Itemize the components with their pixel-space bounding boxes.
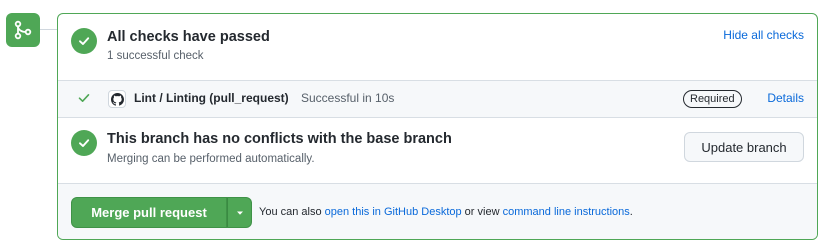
github-icon [108,90,126,108]
note-suffix: . [629,206,633,218]
merge-box: All checks have passed 1 successful chec… [57,13,818,240]
details-link[interactable]: Details [767,91,804,105]
merge-actions: Merge pull request You can also open thi… [58,183,817,239]
merge-note: You can also open this in GitHub Desktop… [259,206,633,218]
conflict-title: This branch has no conflicts with the ba… [107,131,452,147]
git-merge-icon [6,13,40,47]
merge-button-group: Merge pull request [71,197,252,228]
hide-all-checks-link[interactable]: Hide all checks [723,28,804,42]
timeline-connector [40,29,57,30]
command-line-instructions-link[interactable]: command line instructions [503,206,630,218]
check-name: Lint / Linting (pull_request) [134,91,289,105]
required-badge: Required [683,90,742,108]
checks-summary: All checks have passed 1 successful chec… [58,14,817,80]
conflict-subtitle: Merging can be performed automatically. [107,153,315,165]
check-icon [77,91,91,108]
conflict-status: This branch has no conflicts with the ba… [58,118,817,185]
check-row: Lint / Linting (pull_request) Successful… [58,80,817,118]
check-status: Successful in 10s [301,91,395,105]
merge-options-dropdown[interactable] [227,197,252,228]
check-circle-icon [71,28,97,54]
merge-pull-request-button[interactable]: Merge pull request [71,197,227,228]
update-branch-button[interactable]: Update branch [684,132,804,162]
note-middle: or view [461,206,503,218]
check-circle-icon [71,130,97,156]
checks-subtitle: 1 successful check [107,50,204,62]
note-prefix: You can also [259,206,325,218]
triangle-down-icon [235,205,245,221]
github-desktop-link[interactable]: open this in GitHub Desktop [325,206,462,218]
checks-title: All checks have passed [107,29,270,45]
